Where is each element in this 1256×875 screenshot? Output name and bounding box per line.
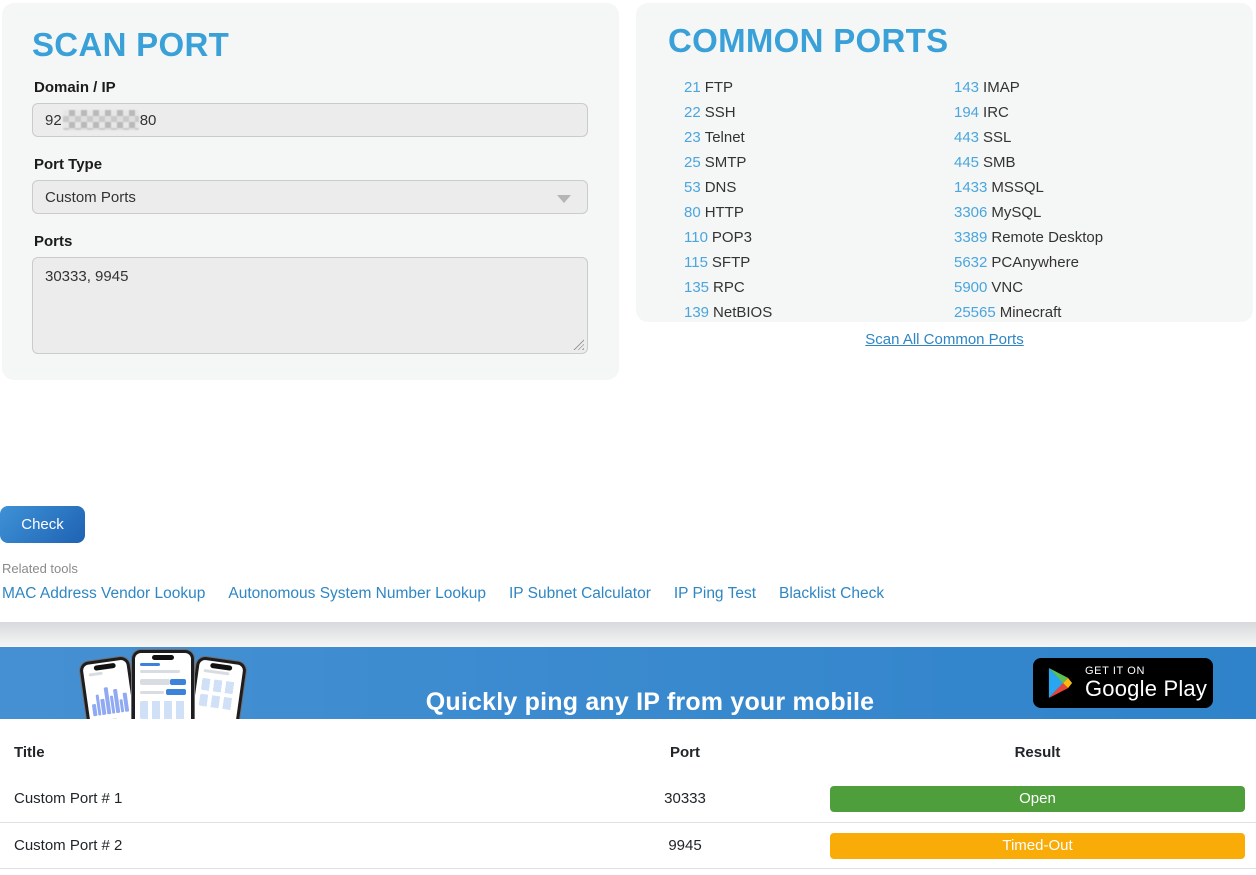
section-divider <box>0 622 1256 647</box>
table-row: Custom Port # 2 9945 Timed-Out <box>0 822 1256 869</box>
port-item-rpc[interactable]: 135RPC <box>684 275 954 300</box>
header-port: Port <box>540 744 830 761</box>
redacted-ip-blur <box>63 110 139 130</box>
link-ip-ping-test[interactable]: IP Ping Test <box>674 585 756 603</box>
link-mac-address-vendor-lookup[interactable]: MAC Address Vendor Lookup <box>2 585 205 603</box>
domain-ip-input[interactable]: 92 80 <box>32 103 588 137</box>
port-item-smtp[interactable]: 25SMTP <box>684 150 954 175</box>
related-tools-links: MAC Address Vendor Lookup Autonomous Sys… <box>2 585 884 603</box>
scan-all-common-ports-link[interactable]: Scan All Common Ports <box>865 331 1023 348</box>
header-result: Result <box>830 744 1245 761</box>
port-item-irc[interactable]: 194IRC <box>954 100 1224 125</box>
port-type-field: Port Type Custom Ports <box>32 156 589 214</box>
port-item-imap[interactable]: 143IMAP <box>954 75 1224 100</box>
row-title: Custom Port # 1 <box>0 790 540 807</box>
related-tools-heading: Related tools <box>2 561 78 576</box>
port-item-netbios[interactable]: 139NetBIOS <box>684 300 954 325</box>
domain-value-suffix: 80 <box>140 112 157 129</box>
mobile-app-banner: Quickly ping any IP from your mobile GET… <box>0 647 1256 719</box>
header-title: Title <box>0 744 540 761</box>
google-play-icon <box>1047 668 1074 698</box>
port-item-pop3[interactable]: 110POP3 <box>684 225 954 250</box>
port-type-value: Custom Ports <box>45 189 136 206</box>
status-badge-timeout: Timed-Out <box>830 833 1245 859</box>
common-ports-panel: COMMON PORTS 21FTP 22SSH 23Telnet 25SMTP… <box>636 3 1253 322</box>
scan-results-table: Title Port Result Custom Port # 1 30333 … <box>0 730 1256 869</box>
row-port: 30333 <box>540 790 830 807</box>
port-item-ssl[interactable]: 443SSL <box>954 125 1224 150</box>
ports-textarea[interactable]: 30333, 9945 <box>32 257 588 354</box>
domain-field: Domain / IP 92 80 <box>32 79 589 137</box>
port-item-sftp[interactable]: 115SFTP <box>684 250 954 275</box>
ports-field: Ports 30333, 9945 <box>32 233 589 354</box>
row-title: Custom Port # 2 <box>0 837 540 854</box>
scan-all-wrap: Scan All Common Ports <box>636 331 1253 349</box>
common-ports-list: 21FTP 22SSH 23Telnet 25SMTP 53DNS 80HTTP… <box>684 75 1253 325</box>
link-blacklist-check[interactable]: Blacklist Check <box>779 585 884 603</box>
ports-value: 30333, 9945 <box>45 268 128 285</box>
common-ports-col-left: 21FTP 22SSH 23Telnet 25SMTP 53DNS 80HTTP… <box>684 75 954 325</box>
link-asn-lookup[interactable]: Autonomous System Number Lookup <box>228 585 486 603</box>
table-row: Custom Port # 1 30333 Open <box>0 775 1256 822</box>
row-port: 9945 <box>540 837 830 854</box>
scan-port-title: SCAN PORT <box>32 27 589 63</box>
check-button[interactable]: Check <box>0 506 85 543</box>
port-item-remote-desktop[interactable]: 3389Remote Desktop <box>954 225 1224 250</box>
link-ip-subnet-calculator[interactable]: IP Subnet Calculator <box>509 585 651 603</box>
google-play-label: Google Play <box>1085 677 1207 700</box>
resize-handle-icon[interactable] <box>573 339 584 350</box>
common-ports-title: COMMON PORTS <box>668 23 1253 59</box>
port-type-label: Port Type <box>34 156 589 173</box>
chevron-down-icon <box>557 195 571 203</box>
port-item-http[interactable]: 80HTTP <box>684 200 954 225</box>
port-item-vnc[interactable]: 5900VNC <box>954 275 1224 300</box>
port-item-smb[interactable]: 445SMB <box>954 150 1224 175</box>
results-header-row: Title Port Result <box>0 730 1256 775</box>
port-item-ftp[interactable]: 21FTP <box>684 75 954 100</box>
port-item-minecraft[interactable]: 25565Minecraft <box>954 300 1224 325</box>
ports-label: Ports <box>34 233 589 250</box>
domain-value-prefix: 92 <box>45 112 62 129</box>
port-item-mssql[interactable]: 1433MSSQL <box>954 175 1224 200</box>
port-item-ssh[interactable]: 22SSH <box>684 100 954 125</box>
google-play-badge[interactable]: GET IT ON Google Play <box>1033 658 1213 708</box>
port-item-mysql[interactable]: 3306MySQL <box>954 200 1224 225</box>
common-ports-col-right: 143IMAP 194IRC 443SSL 445SMB 1433MSSQL 3… <box>954 75 1224 325</box>
domain-label: Domain / IP <box>34 79 589 96</box>
google-play-text: GET IT ON Google Play <box>1085 666 1207 701</box>
port-item-dns[interactable]: 53DNS <box>684 175 954 200</box>
scan-port-panel: SCAN PORT Domain / IP 92 80 Port Type Cu… <box>2 3 619 380</box>
phone-mockup-middle <box>132 650 194 719</box>
port-item-telnet[interactable]: 23Telnet <box>684 125 954 150</box>
port-type-select[interactable]: Custom Ports <box>32 180 588 214</box>
status-badge-open: Open <box>830 786 1245 812</box>
port-item-pcanywhere[interactable]: 5632PCAnywhere <box>954 250 1224 275</box>
